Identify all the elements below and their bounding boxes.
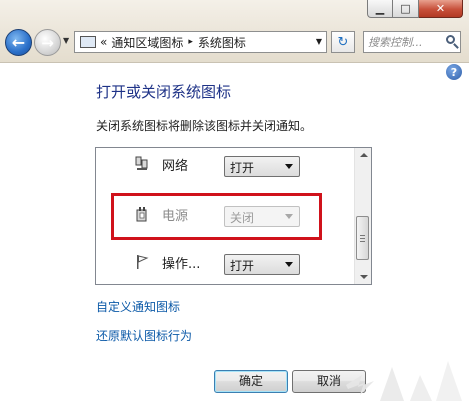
recent-pages-dropdown[interactable]: ▼: [63, 36, 69, 45]
window-titlebar: ▁ □ ✕ ← → ▼ « 通知区域图标 ▸ 系统图标 ▼ ↻: [0, 0, 469, 63]
help-icon[interactable]: ?: [446, 64, 462, 80]
icon-name: 网络: [162, 159, 189, 174]
scrollbar-thumb[interactable]: [356, 216, 369, 260]
maximize-button[interactable]: □: [393, 0, 419, 18]
breadcrumb-overflow[interactable]: «: [100, 35, 107, 49]
chevron-down-icon: [285, 164, 293, 169]
control-panel-icon: [80, 36, 96, 48]
close-button[interactable]: ✕: [419, 0, 463, 18]
refresh-icon: ↻: [337, 34, 349, 50]
network-icon: [135, 156, 148, 170]
breadcrumb-separator[interactable]: ▸: [188, 37, 193, 47]
watermark-logo: [346, 361, 462, 401]
forward-arrow-icon: →: [41, 33, 54, 52]
icon-name: 电源: [162, 209, 189, 224]
address-bar[interactable]: « 通知区域图标 ▸ 系统图标 ▼: [74, 31, 327, 53]
action-center-flag-icon: [137, 255, 149, 269]
ok-button[interactable]: 确定: [214, 370, 288, 393]
search-input[interactable]: [368, 33, 440, 51]
scroll-down-icon[interactable]: [360, 275, 368, 279]
address-dropdown-icon[interactable]: ▼: [316, 37, 322, 46]
page-title: 打开或关闭系统图标: [96, 83, 232, 101]
behavior-select[interactable]: 打开: [224, 254, 300, 275]
page-description: 关闭系统图标将删除该图标并关闭通知。: [96, 119, 313, 133]
restore-default-icon-behaviors-link[interactable]: 还原默认图标行为: [96, 327, 192, 344]
search-box[interactable]: [363, 31, 461, 53]
back-button[interactable]: ←: [5, 29, 32, 56]
chevron-down-icon: [285, 262, 293, 267]
scroll-up-icon[interactable]: [360, 153, 368, 157]
list-item: 操作... 打开: [96, 248, 354, 278]
breadcrumb-system-icons[interactable]: 系统图标: [198, 34, 246, 51]
power-icon: [136, 207, 147, 222]
breadcrumb-notification-area-icons[interactable]: 通知区域图标: [111, 34, 183, 51]
vertical-scrollbar[interactable]: [354, 148, 371, 284]
chevron-down-icon: [285, 214, 293, 219]
behavior-select[interactable]: 打开: [224, 156, 300, 177]
forward-button[interactable]: →: [34, 29, 61, 56]
list-item: 网络 打开: [96, 150, 354, 180]
minimize-button[interactable]: ▁: [367, 0, 393, 18]
system-icons-list[interactable]: 网络 打开 电源 关闭 操作... 打开: [95, 147, 372, 285]
behavior-select: 关闭: [224, 206, 300, 227]
refresh-button[interactable]: ↻: [331, 31, 355, 53]
customize-notification-icons-link[interactable]: 自定义通知图标: [96, 298, 180, 315]
list-item: 电源 关闭: [96, 200, 354, 230]
icon-name: 操作...: [162, 257, 201, 272]
search-icon[interactable]: [446, 35, 455, 44]
window-controls: ▁ □ ✕: [367, 0, 463, 18]
back-arrow-icon: ←: [11, 33, 26, 52]
